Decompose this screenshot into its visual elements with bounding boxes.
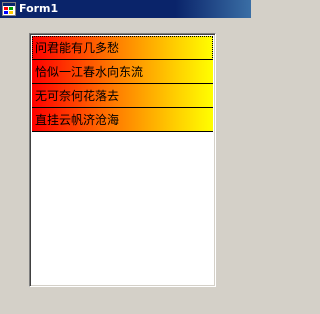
list-item-label: 直挂云帆济沧海: [35, 113, 120, 127]
title-bar[interactable]: Form1: [0, 0, 251, 18]
list-item-label: 无可奈何花落去: [35, 89, 120, 103]
list-item[interactable]: 无可奈何花落去: [32, 84, 213, 108]
windows-form-icon[interactable]: [2, 2, 16, 16]
list-items: 问君能有几多愁 恰似一江春水向东流 无可奈何花落去 直挂云帆济沧海: [32, 36, 213, 132]
window-title: Form1: [19, 2, 59, 15]
list-item[interactable]: 直挂云帆济沧海: [32, 108, 213, 132]
list-item[interactable]: 恰似一江春水向东流: [32, 60, 213, 84]
list-item-label: 恰似一江春水向东流: [35, 65, 144, 79]
form1-window: Form1 问君能有几多愁 恰似一江春水向东流 无可奈何花落去 直挂云帆济沧海: [0, 0, 251, 314]
list-item-label: 问君能有几多愁: [35, 41, 120, 55]
listbox[interactable]: 问君能有几多愁 恰似一江春水向东流 无可奈何花落去 直挂云帆济沧海: [29, 33, 216, 287]
list-item[interactable]: 问君能有几多愁: [32, 36, 213, 60]
